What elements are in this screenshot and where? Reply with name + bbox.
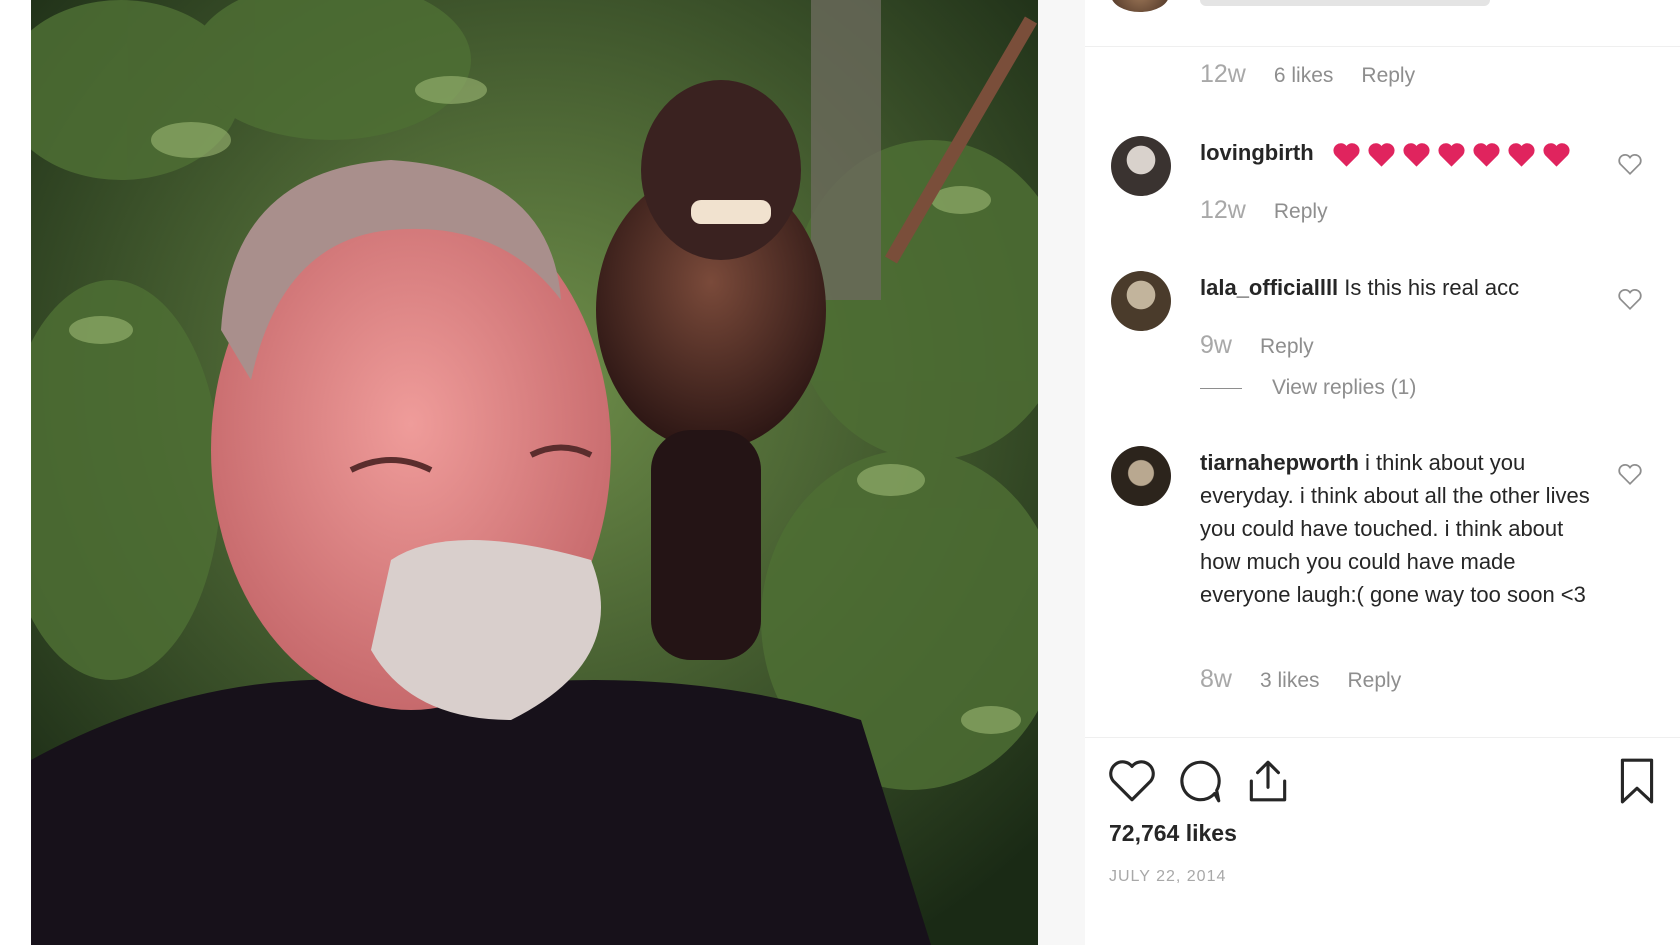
reply-button[interactable]: Reply [1260, 335, 1314, 359]
comment-username[interactable]: tiarnahepworth [1200, 450, 1359, 475]
reply-line [1200, 387, 1242, 389]
cut-off-comment-text [1200, 0, 1490, 6]
avatar[interactable] [1111, 446, 1171, 506]
panel-gutter [1038, 0, 1085, 945]
comment-text: lovingbirth [1200, 136, 1571, 169]
small-heart-icon[interactable] [1616, 287, 1644, 311]
comment-age: 12w [1200, 60, 1246, 88]
heart-emoji-icon [1438, 142, 1465, 167]
comment-body: Is this his real acc [1344, 275, 1520, 300]
avatar[interactable] [1111, 136, 1171, 196]
avatar[interactable] [1111, 0, 1169, 12]
post-image[interactable] [31, 0, 1038, 945]
avatar[interactable] [1111, 271, 1171, 331]
small-heart-icon[interactable] [1616, 152, 1644, 176]
comment-age: 9w [1200, 331, 1232, 359]
small-heart-icon[interactable] [1616, 462, 1644, 486]
heart-emoji-icon [1403, 142, 1430, 167]
heart-outline-icon[interactable] [1107, 756, 1157, 806]
reply-button[interactable]: Reply [1274, 200, 1328, 224]
reply-button[interactable]: Reply [1348, 669, 1402, 693]
divider [1085, 737, 1680, 738]
reply-button[interactable]: Reply [1361, 64, 1415, 88]
heart-emoji-icon [1543, 142, 1570, 167]
comment-meta: 12w 6 likes Reply [1200, 60, 1415, 89]
comment-age: 12w [1200, 196, 1246, 224]
comment-meta: 12w Reply [1200, 196, 1328, 225]
comment-text: lala_officiallll Is this his real acc [1200, 271, 1519, 304]
heart-emoji-icon [1508, 142, 1535, 167]
comments-panel[interactable]: 12w 6 likes Reply lovingbirth 12w Reply [1085, 0, 1680, 945]
comment-age: 8w [1200, 665, 1232, 693]
comment-meta: 9w Reply [1200, 331, 1314, 360]
view-replies-label: View replies (1) [1272, 376, 1417, 399]
heart-emoji-icon [1473, 142, 1500, 167]
post-actions [1107, 756, 1662, 808]
heart-emoji-icon [1368, 142, 1395, 167]
speech-bubble-icon[interactable] [1175, 756, 1225, 806]
likes-count[interactable]: 72,764 likes [1109, 820, 1237, 847]
comment-likes[interactable]: 3 likes [1260, 669, 1320, 693]
comment-text: tiarnahepworth i think about you everyda… [1200, 446, 1590, 611]
view-replies-button[interactable]: View replies (1) [1200, 376, 1416, 400]
heart-emoji-icon [1333, 142, 1360, 167]
comment-username[interactable]: lala_officiallll [1200, 275, 1338, 300]
bookmark-icon[interactable] [1612, 756, 1662, 806]
comment-username[interactable]: lovingbirth [1200, 140, 1314, 165]
share-icon[interactable] [1243, 756, 1293, 806]
comment-meta: 8w 3 likes Reply [1200, 665, 1401, 694]
divider [1085, 46, 1680, 47]
comment-likes[interactable]: 6 likes [1274, 64, 1334, 88]
heart-emojis [1332, 141, 1571, 168]
post-date: JULY 22, 2014 [1109, 868, 1227, 885]
